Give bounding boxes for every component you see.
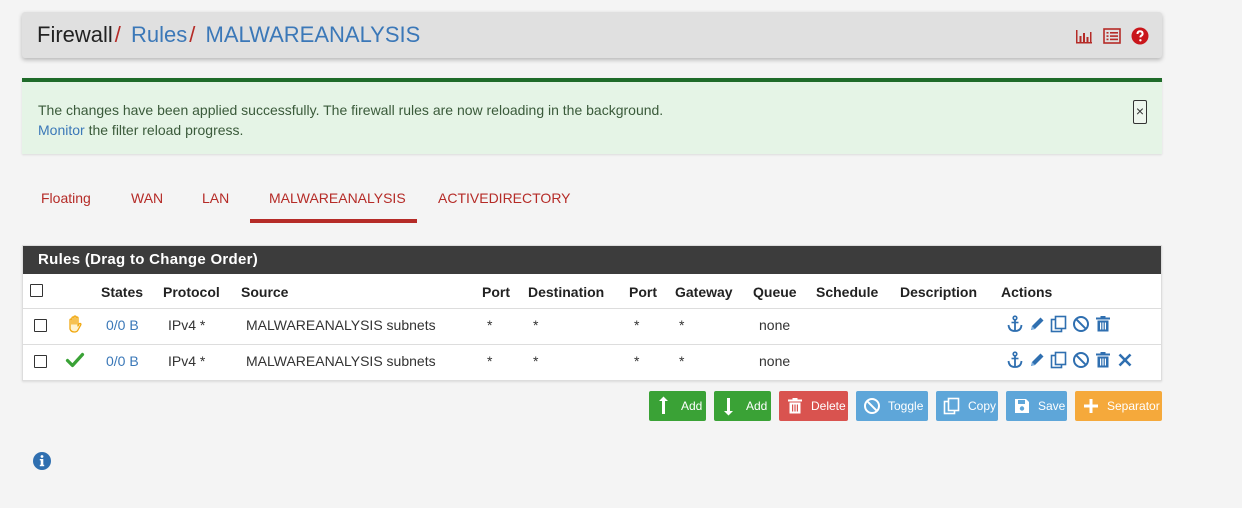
disable-icon[interactable] — [1071, 350, 1091, 370]
col-destination[interactable]: Destination — [528, 284, 604, 300]
col-dst-port[interactable]: Port — [629, 284, 657, 300]
delete-icon[interactable] — [1093, 314, 1113, 334]
separator-button[interactable]: Separator — [1075, 391, 1162, 421]
anchor-icon[interactable] — [1005, 350, 1025, 370]
delete-icon[interactable] — [1093, 350, 1113, 370]
remove-icon[interactable] — [1115, 350, 1135, 370]
floppy-icon — [1012, 396, 1032, 416]
col-queue[interactable]: Queue — [753, 284, 797, 300]
row-checkbox[interactable] — [34, 355, 47, 368]
anchor-icon[interactable] — [1005, 314, 1025, 334]
toggle-button[interactable]: Toggle — [856, 391, 928, 421]
add-top-button[interactable]: Add — [649, 391, 706, 421]
row-protocol: IPv4 * — [168, 353, 206, 369]
row-divider — [23, 344, 1161, 345]
toggle-label: Toggle — [888, 399, 924, 413]
save-button[interactable]: Save — [1006, 391, 1067, 421]
row-dst-port: * — [634, 317, 640, 333]
arrow-up-icon — [655, 396, 675, 416]
check-icon[interactable] — [65, 350, 85, 370]
monitor-link[interactable]: Monitor — [38, 122, 85, 138]
panel-header: Rules (Drag to Change Order) — [23, 246, 1161, 274]
breadcrumb: Firewall/ Rules/ MALWAREANALYSIS — [37, 22, 420, 48]
select-all-checkbox[interactable] — [30, 284, 43, 297]
tab-malwareanalysis[interactable]: MALWAREANALYSIS — [269, 190, 406, 206]
success-alert: The changes have been applied successful… — [22, 78, 1162, 154]
breadcrumb-firewall: Firewall — [37, 22, 113, 47]
row-destination: * — [533, 317, 539, 333]
delete-label: Delete — [811, 399, 846, 413]
panel-title: Rules (Drag to Change Order) — [38, 251, 259, 268]
tab-lan[interactable]: LAN — [202, 190, 229, 206]
active-tab-indicator — [250, 219, 417, 223]
ban-icon — [862, 396, 882, 416]
bar-chart-icon[interactable] — [1074, 26, 1094, 46]
separator-label: Separator — [1107, 399, 1160, 413]
copy-icon[interactable] — [1049, 350, 1069, 370]
add-top-label: Add — [681, 399, 703, 413]
header-divider — [23, 308, 1161, 309]
header-icons — [1074, 26, 1150, 46]
hand-icon[interactable] — [65, 314, 85, 334]
col-actions: Actions — [1001, 284, 1053, 300]
rules-panel: Rules (Drag to Change Order) States Prot… — [22, 245, 1162, 381]
breadcrumb-current[interactable]: MALWAREANALYSIS — [206, 22, 421, 47]
col-protocol[interactable]: Protocol — [163, 284, 220, 300]
edit-icon[interactable] — [1027, 314, 1047, 334]
col-states[interactable]: States — [101, 284, 143, 300]
save-label: Save — [1038, 399, 1066, 413]
delete-button[interactable]: Delete — [779, 391, 848, 421]
row-queue: none — [759, 353, 791, 369]
alert-close-button[interactable]: × — [1133, 100, 1147, 124]
row-source: MALWAREANALYSIS subnets — [246, 317, 436, 333]
col-schedule[interactable]: Schedule — [816, 284, 878, 300]
trash-icon — [785, 396, 805, 416]
breadcrumb-rules[interactable]: Rules — [131, 22, 187, 47]
tab-activedirectory[interactable]: ACTIVEDIRECTORY — [438, 190, 571, 206]
breadcrumb-separator: / — [114, 22, 121, 47]
edit-icon[interactable] — [1027, 350, 1047, 370]
plus-icon — [1081, 396, 1101, 416]
row-protocol: IPv4 * — [168, 317, 206, 333]
row-dst-port: * — [634, 353, 640, 369]
tab-wan[interactable]: WAN — [131, 190, 163, 206]
col-gateway[interactable]: Gateway — [675, 284, 733, 300]
help-icon[interactable] — [1130, 26, 1150, 46]
row-actions — [1005, 350, 1135, 370]
arrow-down-icon — [720, 396, 740, 416]
alert-message: The changes have been applied successful… — [38, 102, 664, 118]
tab-floating[interactable]: Floating — [41, 190, 91, 206]
row-queue: none — [759, 317, 791, 333]
info-icon[interactable] — [32, 451, 52, 471]
row-src-port: * — [487, 317, 493, 333]
col-source[interactable]: Source — [241, 284, 288, 300]
row-gateway: * — [679, 353, 685, 369]
row-source: MALWAREANALYSIS subnets — [246, 353, 436, 369]
row-gateway: * — [679, 317, 685, 333]
row-states[interactable]: 0/0 B — [106, 353, 139, 369]
copy-button[interactable]: Copy — [936, 391, 998, 421]
row-src-port: * — [487, 353, 493, 369]
col-src-port[interactable]: Port — [482, 284, 510, 300]
row-states[interactable]: 0/0 B — [106, 317, 139, 333]
disable-icon[interactable] — [1071, 314, 1091, 334]
clone-icon — [942, 396, 962, 416]
page-header: Firewall/ Rules/ MALWAREANALYSIS — [22, 12, 1162, 58]
copy-label: Copy — [968, 399, 997, 413]
row-actions — [1005, 314, 1113, 334]
alert-message-rest: the filter reload progress. — [84, 122, 244, 138]
alert-message-2: Monitor the filter reload progress. — [38, 122, 243, 138]
list-icon[interactable] — [1102, 26, 1122, 46]
col-description[interactable]: Description — [900, 284, 977, 300]
copy-icon[interactable] — [1049, 314, 1069, 334]
row-checkbox[interactable] — [34, 319, 47, 332]
row-destination: * — [533, 353, 539, 369]
breadcrumb-separator: / — [189, 22, 196, 47]
add-bottom-button[interactable]: Add — [714, 391, 771, 421]
add-bottom-label: Add — [746, 399, 768, 413]
